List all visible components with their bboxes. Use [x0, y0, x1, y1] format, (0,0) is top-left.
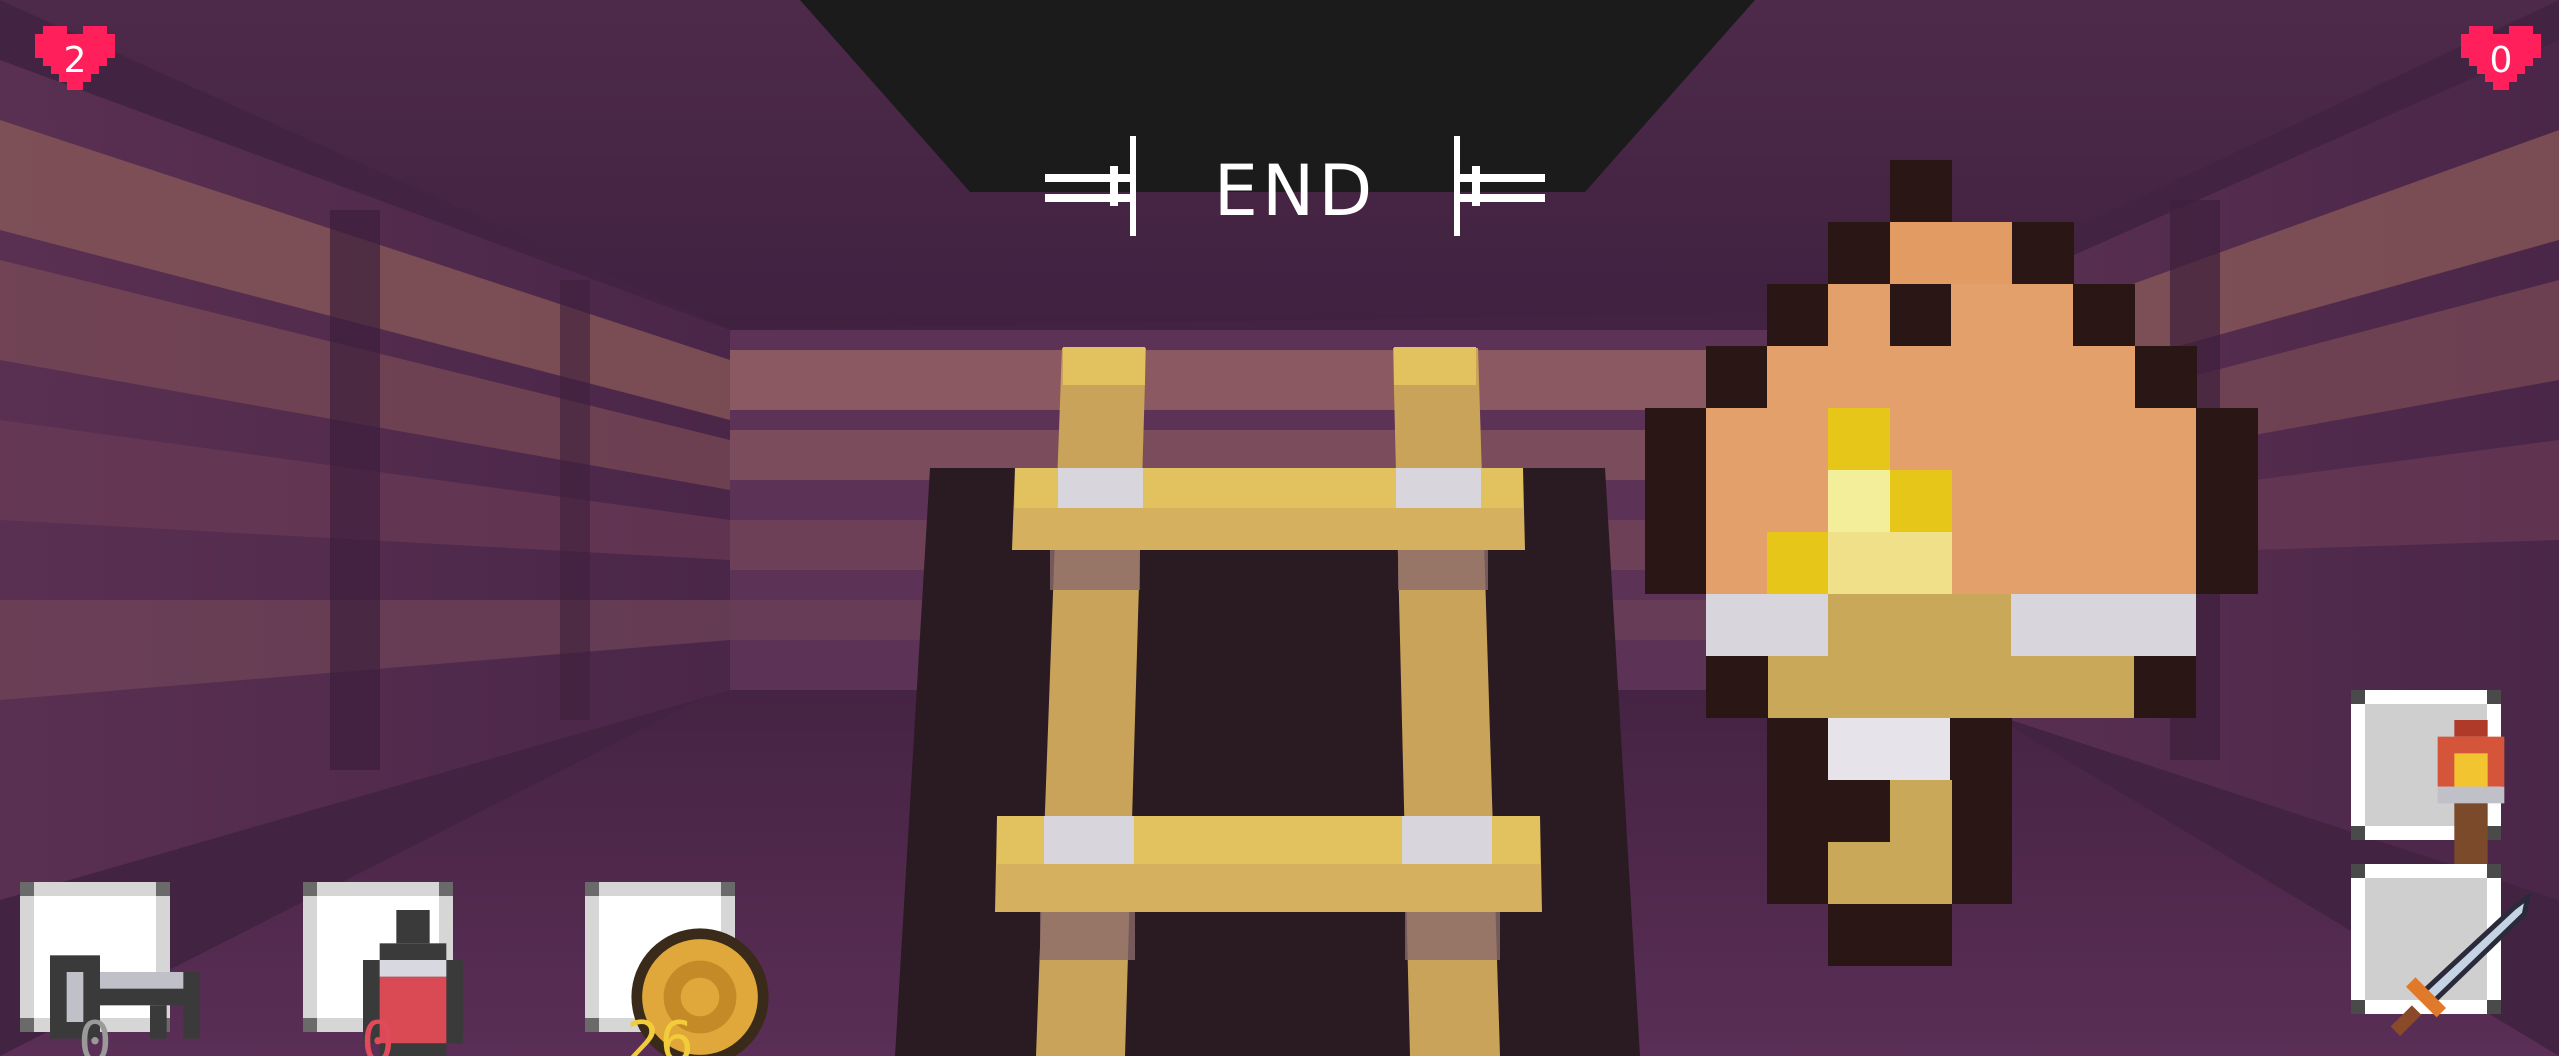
equipment-slot-sword[interactable] — [2351, 864, 2531, 1036]
inventory-slot-coins[interactable]: 26 — [585, 882, 769, 1056]
inventory-slot-keys[interactable]: 0 — [20, 882, 200, 1056]
exit-doorway — [895, 468, 1640, 1056]
torch-icon — [2437, 720, 2505, 870]
lives-count: 2 — [63, 40, 87, 81]
coins-count: 26 — [626, 1010, 694, 1056]
keys-count: 0 — [78, 1010, 112, 1056]
right-ornament-icon — [1454, 136, 1545, 236]
kills-indicator: 0 — [2461, 26, 2541, 98]
kills-count: 0 — [2489, 40, 2513, 81]
equipment-slot-torch[interactable] — [2351, 690, 2505, 870]
lives-indicator: 2 — [35, 26, 115, 98]
inventory-slot-potions[interactable]: 0 — [303, 882, 463, 1056]
potions-count: 0 — [361, 1010, 395, 1056]
floor-title: END — [1045, 130, 1545, 250]
game-viewport: 2 0 END 0 0 26 — [0, 0, 2559, 1056]
sword-icon — [2390, 894, 2531, 1036]
